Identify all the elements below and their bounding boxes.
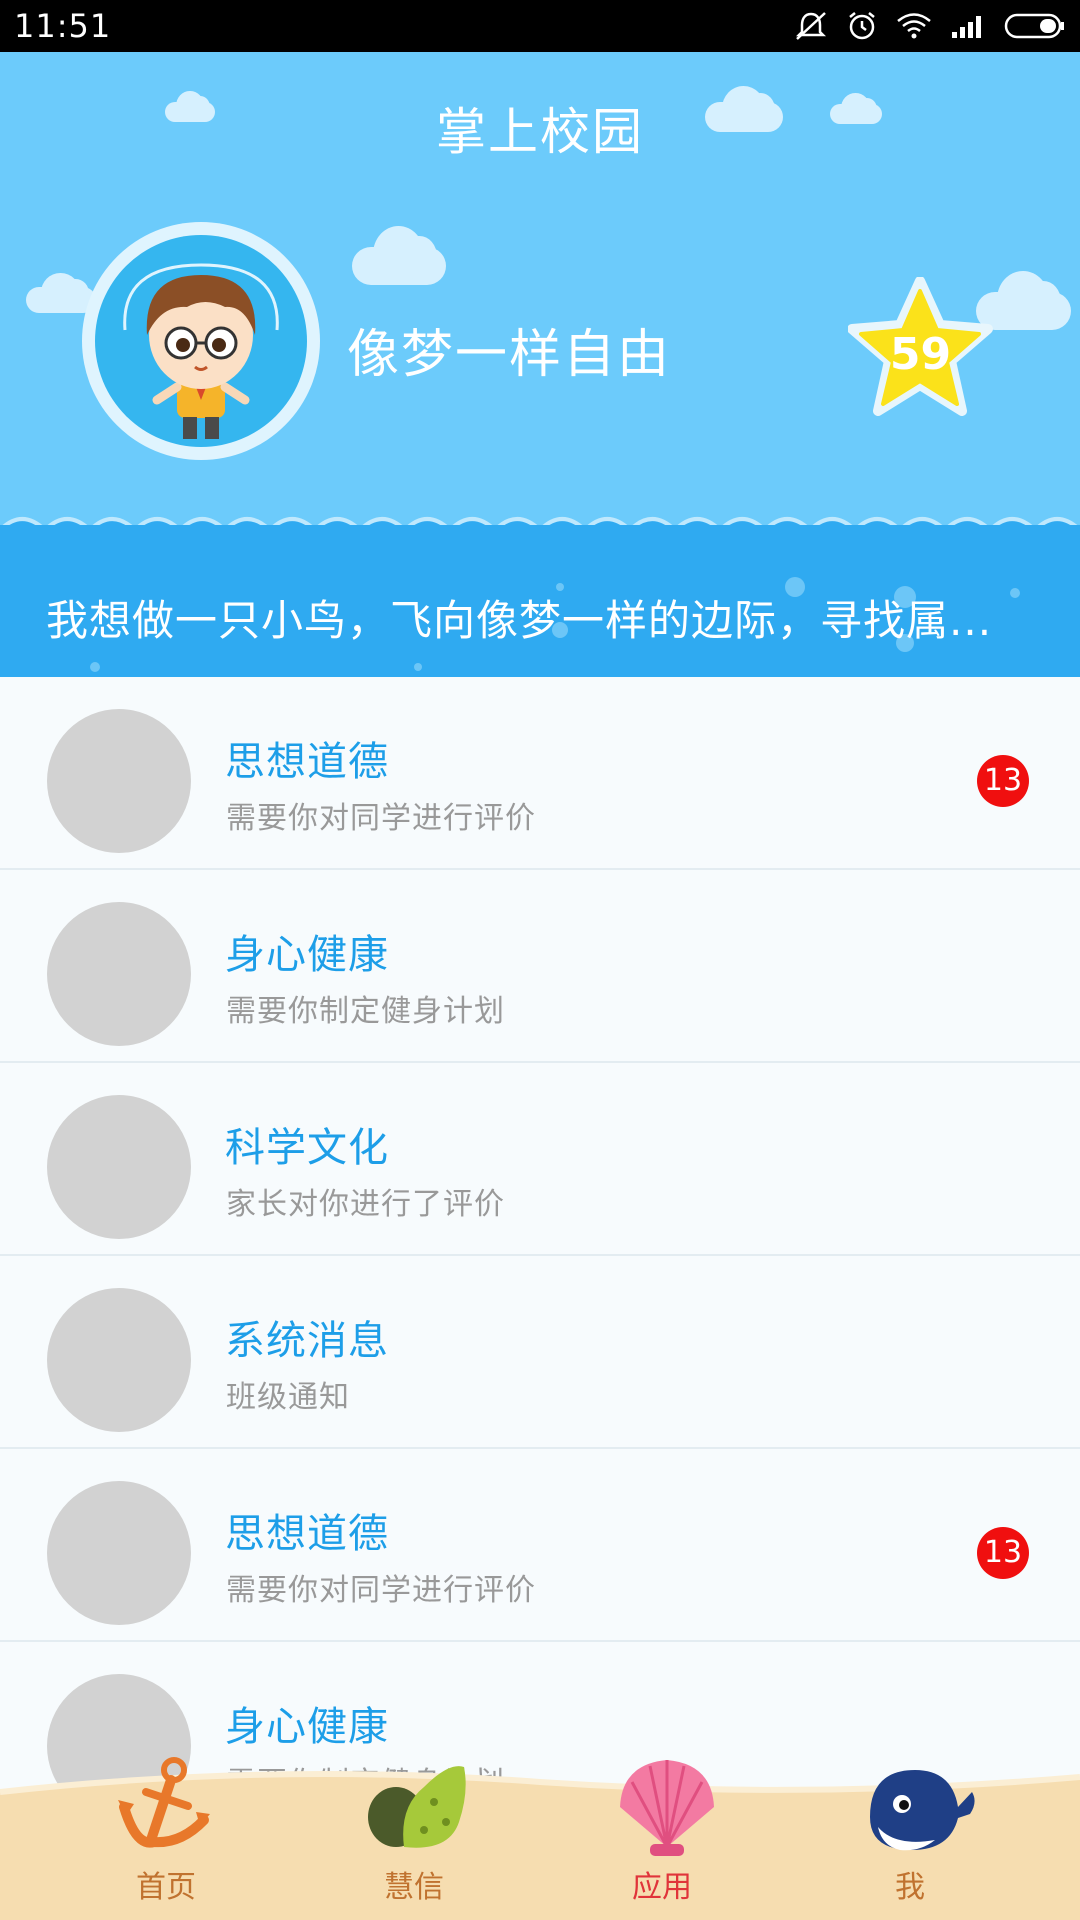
wifi-icon [897,13,931,39]
username[interactable]: 像梦一样自由 [347,312,671,387]
item-subtitle: 需要你对同学进行评价 [226,1573,536,1608]
item-title: 科学文化 [225,1125,389,1171]
unread-badge: 13 [977,1527,1029,1579]
tab-home[interactable]: 首页 [66,1752,266,1920]
item-title: 身心健康 [225,932,389,978]
tab-label: 慧信 [384,1870,444,1905]
star-count: 59 [889,329,952,380]
status-time: 11:51 [14,7,112,45]
message-list: 思想道德 需要你对同学进行评价 13 身心健康 需要你制定健身计划 科学文化 家… [0,677,1080,1835]
item-subtitle: 班级通知 [226,1380,350,1415]
status-bar: 11:51 [0,0,1080,52]
item-title: 系统消息 [225,1318,389,1364]
conch-icon [368,1766,466,1848]
whale-icon [870,1770,975,1851]
item-thumbnail [47,709,191,853]
tab-label: 应用 [632,1870,692,1905]
item-thumbnail [47,1288,191,1432]
tab-label: 首页 [136,1870,196,1905]
cloud-decoration [352,226,446,285]
tab-label: 我 [895,1870,925,1905]
item-thumbnail [47,1481,191,1625]
tab-me[interactable]: 我 [810,1752,1010,1920]
list-item[interactable]: 思想道德 需要你对同学进行评价 13 [0,677,1080,870]
list-item[interactable]: 身心健康 需要你制定健身计划 [0,870,1080,1063]
list-item[interactable]: 思想道德 需要你对同学进行评价 13 [0,1449,1080,1642]
motto-text: 我想做一只小鸟，飞向像梦一样的边际，寻找属... [46,596,993,645]
bottom-tab-bar: 首页 慧信 应用 我 [0,1752,1080,1920]
star-badge[interactable]: 59 [847,276,993,417]
signal-icon [952,16,981,38]
alarm-icon [849,12,875,40]
list-item[interactable]: 科学文化 家长对你进行了评价 [0,1063,1080,1256]
avatar-image [95,235,307,447]
item-title: 思想道德 [225,739,389,785]
status-icons [794,10,1066,42]
boy-avatar-icon [123,263,279,439]
item-thumbnail [47,902,191,1046]
item-title: 思想道德 [225,1511,389,1557]
anchor-icon [118,1757,210,1848]
shell-icon [620,1760,714,1856]
app-title: 掌上校园 [436,103,644,161]
mute-icon [795,12,827,40]
battery-icon [1004,13,1064,39]
item-title: 身心健康 [225,1704,389,1750]
item-subtitle: 需要你对同学进行评价 [226,801,536,836]
profile-header: 掌上校园 像梦一样自由 59 我想做一只小鸟，飞向像梦一样的边际，寻找属... [0,52,1080,677]
item-thumbnail [47,1095,191,1239]
item-subtitle: 家长对你进行了评价 [226,1187,505,1222]
tab-messages[interactable]: 慧信 [314,1752,514,1920]
list-item[interactable]: 系统消息 班级通知 [0,1256,1080,1449]
avatar[interactable] [82,222,320,460]
tab-apps[interactable]: 应用 [562,1752,762,1920]
item-subtitle: 需要你制定健身计划 [226,994,505,1029]
unread-badge: 13 [977,755,1029,807]
